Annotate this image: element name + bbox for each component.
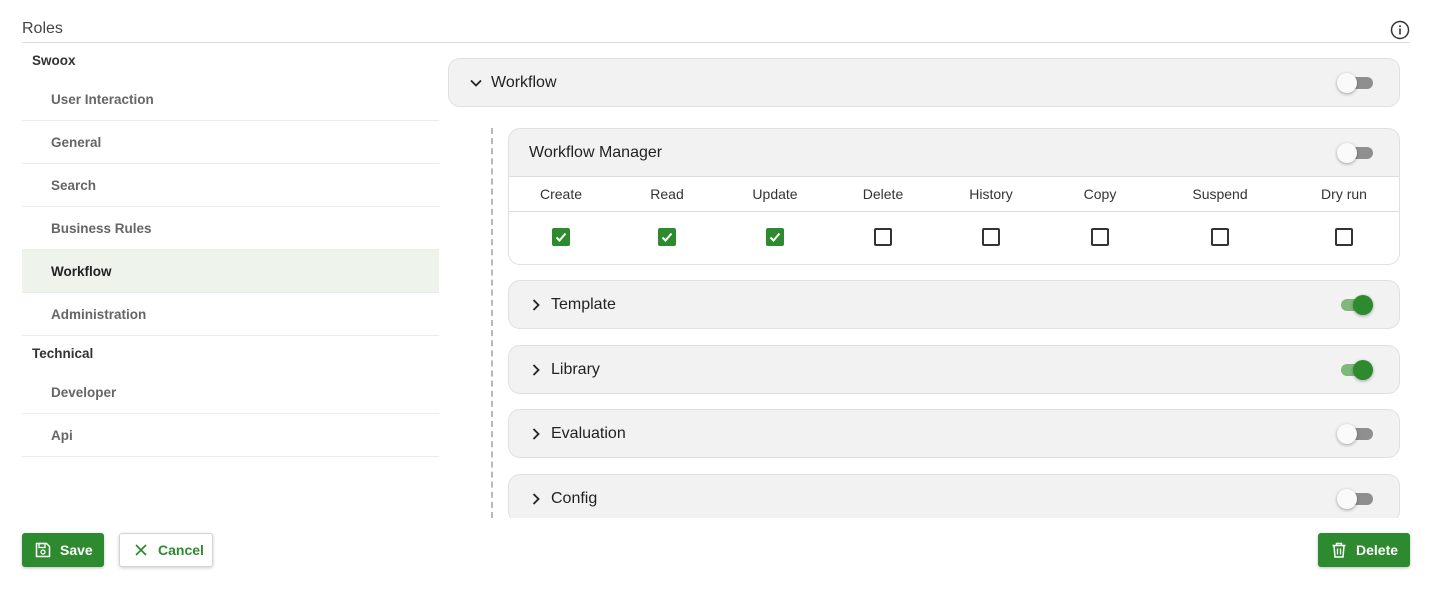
tree-connector xyxy=(491,128,493,518)
subsection-evaluation-title: Evaluation xyxy=(551,425,626,442)
subsection-evaluation: Evaluation xyxy=(508,409,1400,458)
subsection-template: Template xyxy=(508,280,1400,329)
checkbox-copy[interactable] xyxy=(1091,228,1109,246)
workflow-manager-header: Workflow Manager xyxy=(509,129,1399,177)
checkbox-dry-run[interactable] xyxy=(1335,228,1353,246)
info-circle-icon[interactable] xyxy=(1390,20,1410,40)
permissions-header-row: Create Read Update Delete History Copy S… xyxy=(509,177,1399,212)
checkbox-delete[interactable] xyxy=(874,228,892,246)
subsection-evaluation-header[interactable]: Evaluation xyxy=(509,410,1399,458)
permission-header-delete: Delete xyxy=(862,186,904,202)
section-workflow: Workflow xyxy=(448,58,1400,107)
role-permissions-panel: Workflow Workflow Manager Create Read Up… xyxy=(448,58,1400,518)
subsection-template-title: Template xyxy=(551,296,616,313)
subsection-config-header[interactable]: Config xyxy=(509,475,1399,518)
sidebar: Swoox User Interaction General Search Bu… xyxy=(22,44,439,457)
subsection-library-header[interactable]: Library xyxy=(509,346,1399,394)
sidebar-group-technical: Technical xyxy=(32,346,94,361)
permission-header-create: Create xyxy=(539,186,583,202)
subsection-evaluation-toggle[interactable] xyxy=(1337,424,1373,444)
checkmark-icon xyxy=(661,232,673,242)
checkmark-icon xyxy=(555,232,567,242)
checkbox-create[interactable] xyxy=(552,228,570,246)
sidebar-group-swoox: Swoox xyxy=(32,53,76,68)
subsection-config-toggle[interactable] xyxy=(1337,489,1373,509)
sidebar-item-search[interactable]: Search xyxy=(22,164,439,207)
permission-header-history: History xyxy=(969,186,1013,202)
chevron-right-icon xyxy=(529,492,543,506)
delete-button[interactable]: Delete xyxy=(1318,533,1410,567)
sidebar-item-workflow[interactable]: Workflow xyxy=(22,250,439,293)
checkmark-icon xyxy=(769,232,781,242)
checkbox-update[interactable] xyxy=(766,228,784,246)
permissions-checkbox-row xyxy=(509,212,1399,264)
sidebar-item-user-interaction[interactable]: User Interaction xyxy=(22,78,439,121)
section-workflow-toggle[interactable] xyxy=(1337,73,1373,93)
save-icon xyxy=(34,541,52,559)
subsection-workflow-manager: Workflow Manager Create Read Update Dele… xyxy=(508,128,1400,265)
sidebar-item-business-rules[interactable]: Business Rules xyxy=(22,207,439,250)
workflow-manager-title: Workflow Manager xyxy=(529,143,663,161)
section-workflow-header[interactable]: Workflow xyxy=(449,59,1399,107)
cancel-button-label: Cancel xyxy=(158,542,204,558)
chevron-down-icon xyxy=(469,76,483,90)
sidebar-item-developer[interactable]: Developer xyxy=(22,371,439,414)
page-header: Roles xyxy=(22,18,1410,43)
delete-button-label: Delete xyxy=(1356,542,1399,558)
page-title: Roles xyxy=(22,20,63,37)
chevron-right-icon xyxy=(529,427,543,441)
permissions-table: Create Read Update Delete History Copy S… xyxy=(509,177,1399,264)
subsection-config-title: Config xyxy=(551,490,598,507)
permission-header-suspend: Suspend xyxy=(1192,186,1248,202)
trash-icon xyxy=(1330,541,1348,559)
sidebar-item-general[interactable]: General xyxy=(22,121,439,164)
close-icon xyxy=(132,541,150,559)
save-button-label: Save xyxy=(60,542,93,558)
chevron-right-icon xyxy=(529,298,543,312)
permission-header-update: Update xyxy=(752,186,798,202)
permission-header-dry-run: Dry run xyxy=(1321,186,1367,202)
subsection-config: Config xyxy=(508,474,1400,518)
sidebar-item-api[interactable]: Api xyxy=(22,414,439,457)
permission-header-copy: Copy xyxy=(1083,186,1117,202)
checkbox-history[interactable] xyxy=(982,228,1000,246)
subsection-library-title: Library xyxy=(551,361,600,378)
subsection-library: Library xyxy=(508,345,1400,394)
cancel-button[interactable]: Cancel xyxy=(119,533,213,567)
section-workflow-title: Workflow xyxy=(491,74,557,91)
subsection-template-toggle[interactable] xyxy=(1337,295,1373,315)
checkbox-suspend[interactable] xyxy=(1211,228,1229,246)
subsection-template-header[interactable]: Template xyxy=(509,281,1399,329)
chevron-right-icon xyxy=(529,363,543,377)
sidebar-item-administration[interactable]: Administration xyxy=(22,293,439,336)
subsection-library-toggle[interactable] xyxy=(1337,360,1373,380)
save-button[interactable]: Save xyxy=(22,533,104,567)
permission-header-read: Read xyxy=(650,186,684,202)
workflow-manager-toggle[interactable] xyxy=(1337,143,1373,163)
checkbox-read[interactable] xyxy=(658,228,676,246)
